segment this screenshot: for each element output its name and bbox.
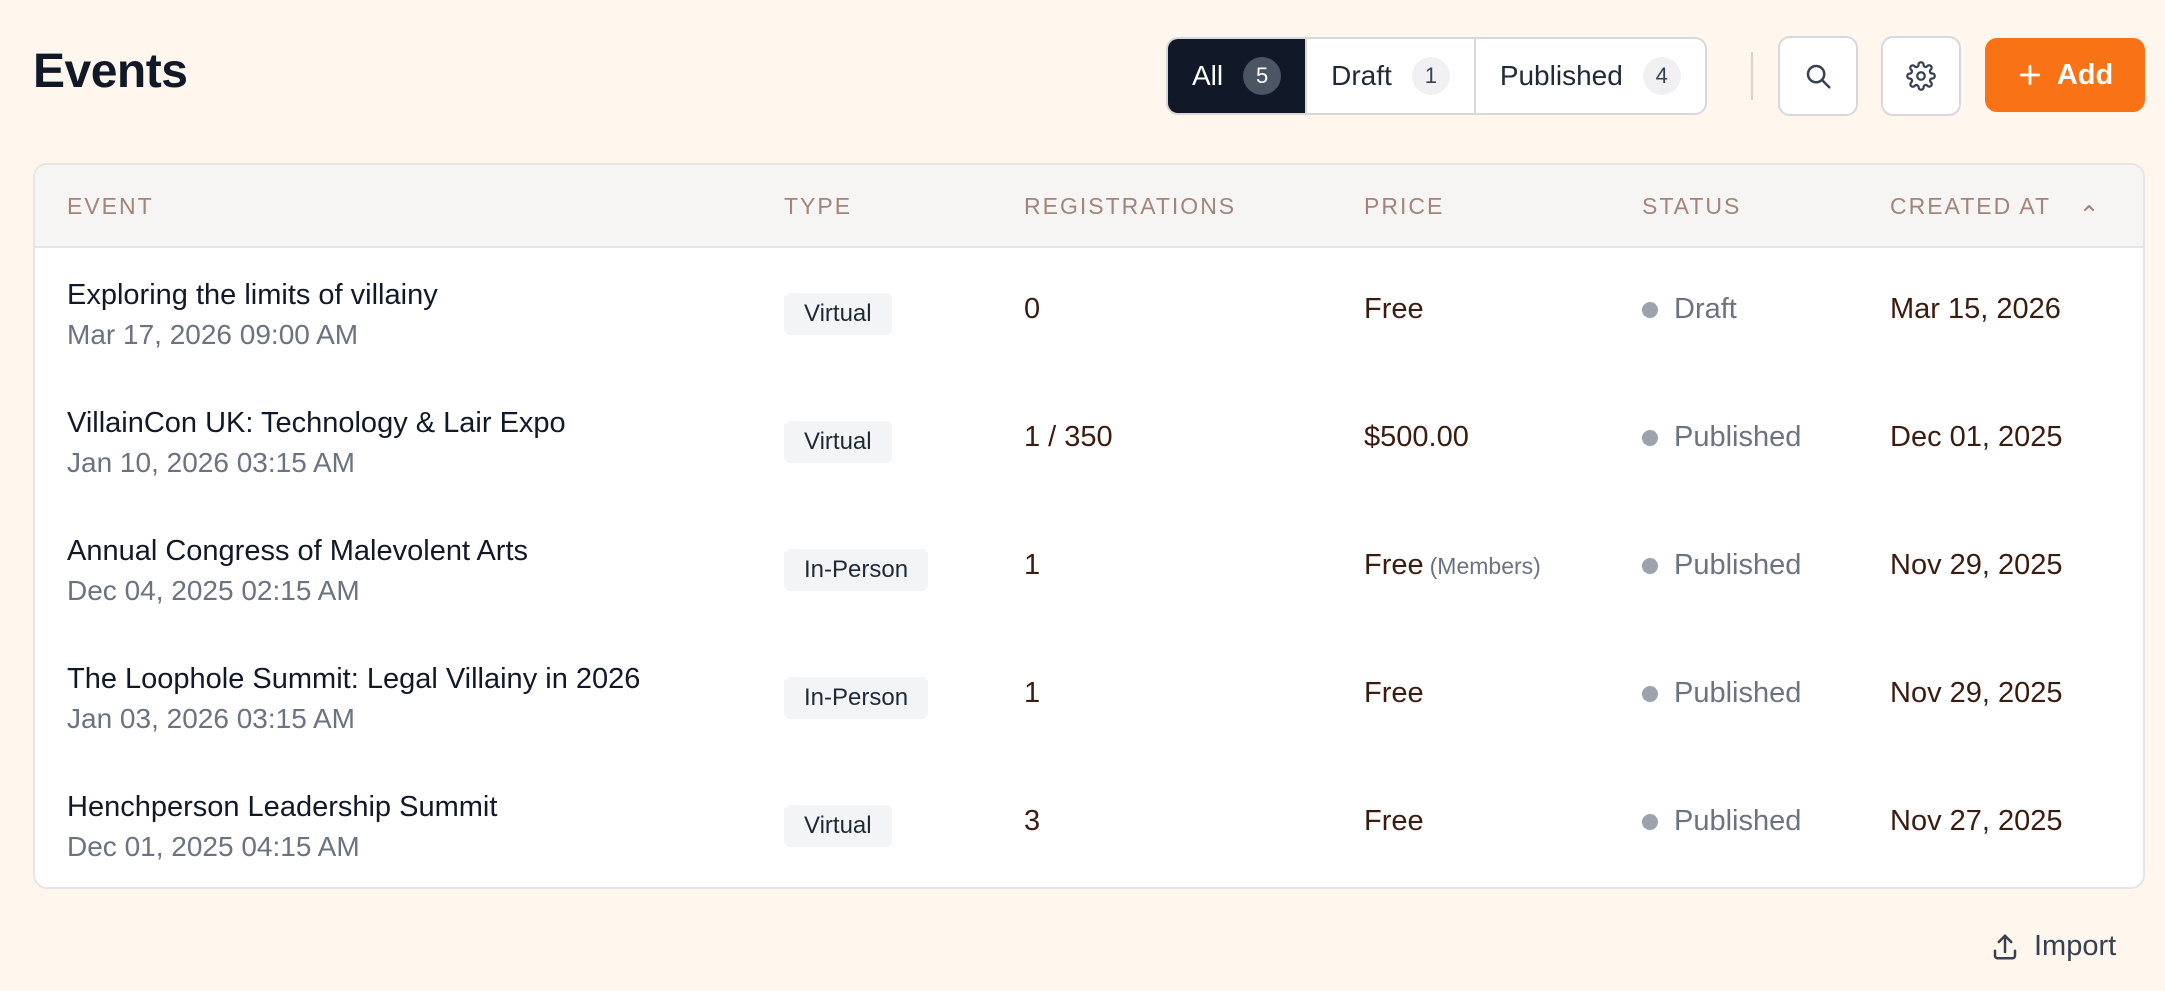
event-date: Mar 17, 2026 09:00 AM (67, 319, 359, 350)
filter-label: All (1192, 60, 1224, 91)
price-value: Free (Members) (1364, 549, 1541, 582)
status-dot (1642, 813, 1658, 830)
events-table: Event Type Registrations Price Status Cr… (33, 163, 2145, 889)
column-header-price[interactable]: Price (1364, 193, 1444, 220)
event-type-tag: Virtual (784, 805, 892, 847)
page-title: Events (33, 45, 188, 98)
search-button[interactable] (1778, 36, 1858, 116)
event-type-tag: Virtual (784, 293, 892, 335)
status-indicator: Published (1642, 549, 1801, 582)
filter-label: Published (1499, 60, 1623, 91)
status-label: Draft (1674, 293, 1737, 325)
table-row[interactable]: Henchperson Leadership Summit Dec 01, 20… (35, 760, 2143, 887)
event-date: Dec 01, 2025 04:15 AM (67, 831, 360, 862)
event-type-tag: In-Person (784, 549, 929, 591)
count-badge: 4 (1642, 57, 1681, 95)
add-button-label: Add (2056, 58, 2114, 91)
status-indicator: Published (1642, 677, 1801, 710)
created-at-value: Dec 01, 2025 (1890, 421, 2063, 453)
event-name[interactable]: Annual Congress of Malevolent Arts (67, 535, 528, 568)
registrations-value: 0 (1024, 293, 1041, 325)
event-date: Jan 10, 2026 03:15 AM (67, 447, 355, 478)
column-header-label: Created At (1890, 193, 2051, 219)
events-page: Events All 5 Draft 1 Published 4 Add EVE… (0, 0, 2165, 991)
search-icon (1806, 64, 1831, 89)
status-indicator: Draft (1642, 293, 1737, 326)
status-dot (1642, 301, 1658, 318)
created-at-value: Nov 29, 2025 (1890, 677, 2063, 709)
event-type-tag: In-Person (784, 677, 929, 719)
upload-icon (1993, 934, 2017, 959)
status-label: Published (1674, 421, 1802, 453)
registrations-value: 1 (1024, 549, 1041, 581)
event-name[interactable]: VillainCon UK: Technology & Lair Expo (67, 407, 566, 440)
add-event-button[interactable]: Add (1985, 38, 2145, 112)
sort-ascending-icon (2083, 204, 2094, 211)
filter-label: Draft (1331, 60, 1392, 91)
event-type-tag: Virtual (784, 421, 892, 463)
column-header-event[interactable]: Event (67, 193, 154, 220)
status-indicator: Published (1642, 805, 1801, 838)
column-header-status[interactable]: Status (1642, 193, 1741, 220)
status-filter: All 5 Draft 1 Published 4 (1166, 37, 1707, 115)
event-date: Dec 04, 2025 02:15 AM (67, 575, 360, 606)
plus-icon (2019, 64, 2040, 86)
filter-published[interactable]: Published 4 (1476, 39, 1705, 113)
import-button[interactable]: Import (1990, 930, 2116, 963)
column-header-registrations[interactable]: Registrations (1024, 193, 1236, 220)
table-row[interactable]: The Loophole Summit: Legal Villainy in 2… (35, 632, 2143, 760)
import-label: Import (2034, 930, 2117, 962)
price-amount: Free (1364, 549, 1424, 581)
registrations-value: 1 / 350 (1024, 421, 1113, 453)
created-at-value: Mar 15, 2026 (1890, 293, 2061, 325)
filter-draft[interactable]: Draft 1 (1307, 39, 1476, 113)
created-at-value: Nov 27, 2025 (1890, 805, 2063, 837)
price-value: $500.00 (1364, 421, 1475, 454)
filter-all[interactable]: All 5 (1168, 39, 1308, 113)
table-row[interactable]: Annual Congress of Malevolent Arts Dec 0… (35, 504, 2143, 632)
registrations-value: 1 (1024, 677, 1041, 709)
status-label: Published (1674, 549, 1802, 581)
table-row[interactable]: Exploring the limits of villainy Mar 17,… (35, 248, 2143, 376)
gear-icon (1906, 61, 1936, 91)
event-date: Jan 03, 2026 03:15 AM (67, 703, 355, 734)
event-name[interactable]: Henchperson Leadership Summit (67, 791, 497, 824)
price-amount: $500.00 (1364, 421, 1469, 453)
price-value: Free (1364, 805, 1430, 838)
status-dot (1642, 685, 1658, 702)
event-name[interactable]: Exploring the limits of villainy (67, 279, 438, 312)
settings-button[interactable] (1881, 36, 1961, 116)
table-header: Event Type Registrations Price Status Cr… (35, 165, 2143, 248)
column-header-created-at[interactable]: Created At (1890, 193, 2097, 220)
price-amount: Free (1364, 805, 1424, 837)
status-dot (1642, 557, 1658, 574)
status-indicator: Published (1642, 421, 1801, 454)
status-label: Published (1674, 677, 1802, 709)
registrations-value: 3 (1024, 805, 1041, 837)
table-row[interactable]: VillainCon UK: Technology & Lair Expo Ja… (35, 376, 2143, 504)
count-badge: 1 (1411, 57, 1450, 95)
price-value: Free (1364, 293, 1430, 326)
price-note: (Members) (1429, 553, 1541, 579)
column-header-type[interactable]: Type (784, 193, 852, 220)
toolbar-divider (1751, 52, 1753, 100)
status-label: Published (1674, 805, 1802, 837)
status-dot (1642, 429, 1658, 446)
price-amount: Free (1364, 293, 1424, 325)
created-at-value: Nov 29, 2025 (1890, 549, 2063, 581)
event-name[interactable]: The Loophole Summit: Legal Villainy in 2… (67, 663, 640, 696)
price-amount: Free (1364, 677, 1424, 709)
count-badge: 5 (1243, 57, 1282, 95)
price-value: Free (1364, 677, 1430, 710)
